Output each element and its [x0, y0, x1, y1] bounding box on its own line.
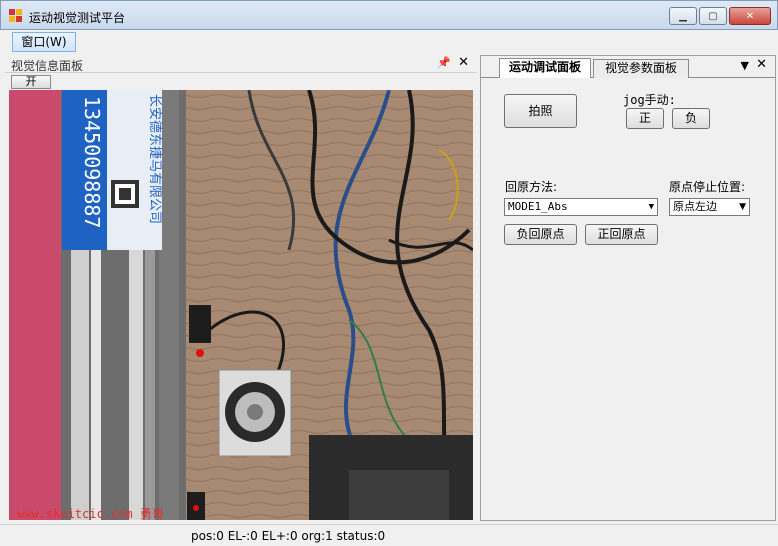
tab-motion-debug[interactable]: 运动调试面板 [499, 58, 591, 78]
plate-company: 长安德东捷马有限公司 [147, 94, 162, 224]
open-camera-button[interactable]: 开 [11, 75, 51, 89]
app-icon [9, 9, 23, 23]
panel-close-icon[interactable]: ✕ [458, 55, 469, 70]
minimize-button[interactable]: ▁ [669, 7, 697, 25]
status-text: pos:0 EL-:0 EL+:0 org:1 status:0 [191, 529, 386, 543]
home-method-value: MODE1_Abs [508, 200, 568, 213]
pin-icon[interactable]: 📌 [437, 56, 451, 69]
watermark-text: www.skeitcic.com 勇哥 [17, 507, 164, 520]
menu-bar: 窗口(W) [0, 30, 778, 54]
jog-label: jog手动: [623, 93, 676, 107]
maximize-button[interactable]: ▢ [699, 7, 727, 25]
home-stop-label: 原点停止位置: [669, 180, 746, 194]
tab-close-icon[interactable]: ✕ [756, 57, 767, 72]
status-bar: pos:0 EL-:0 EL+:0 org:1 status:0 [0, 524, 778, 546]
vision-panel-header: 视觉信息面板 📌 ✕ [5, 55, 477, 73]
pos-home-button[interactable]: 正回原点 [585, 224, 658, 245]
title-bar: 运动视觉测试平台 ▁ ▢ ✕ [0, 0, 778, 30]
chevron-down-icon: ▼ [648, 202, 654, 212]
neg-home-button[interactable]: 负回原点 [504, 224, 577, 245]
home-stop-select[interactable]: 原点左边 ▼ [669, 198, 750, 216]
menu-window[interactable]: 窗口(W) [12, 32, 76, 52]
minimize-icon: ▁ [679, 10, 687, 22]
camera-image: 13450098887 长安德东捷马有限公司 www.skeitcic.com … [9, 90, 473, 520]
home-method-label: 回原方法: [505, 180, 558, 194]
motion-debug-panel: 运动调试面板 视觉参数面板 ▼ ✕ 拍照 jog手动: 正 负 回原方法: MO… [480, 55, 776, 521]
photo-button[interactable]: 拍照 [504, 94, 577, 128]
vision-panel-title: 视觉信息面板 [11, 59, 84, 73]
close-button[interactable]: ✕ [729, 7, 771, 25]
plate-phone: 13450098887 [80, 96, 104, 228]
home-method-select[interactable]: MODE1_Abs ▼ [504, 198, 658, 216]
chevron-down-icon: ▼ [739, 202, 746, 212]
close-icon: ✕ [745, 10, 755, 22]
vision-info-panel: 视觉信息面板 📌 ✕ 开 13450098887 长安德东捷马有限公司 www.… [5, 55, 477, 521]
home-stop-value: 原点左边 [673, 200, 717, 213]
tab-strip: 运动调试面板 视觉参数面板 ▼ ✕ [481, 56, 775, 78]
jog-negative-button[interactable]: 负 [672, 108, 710, 129]
tab-vision-params[interactable]: 视觉参数面板 [593, 59, 689, 78]
camera-view: 13450098887 长安德东捷马有限公司 www.skeitcic.com … [9, 90, 473, 520]
tab-dropdown-icon[interactable]: ▼ [741, 59, 749, 72]
window-title: 运动视觉测试平台 [29, 11, 126, 25]
maximize-icon: ▢ [708, 10, 718, 22]
jog-positive-button[interactable]: 正 [626, 108, 664, 129]
